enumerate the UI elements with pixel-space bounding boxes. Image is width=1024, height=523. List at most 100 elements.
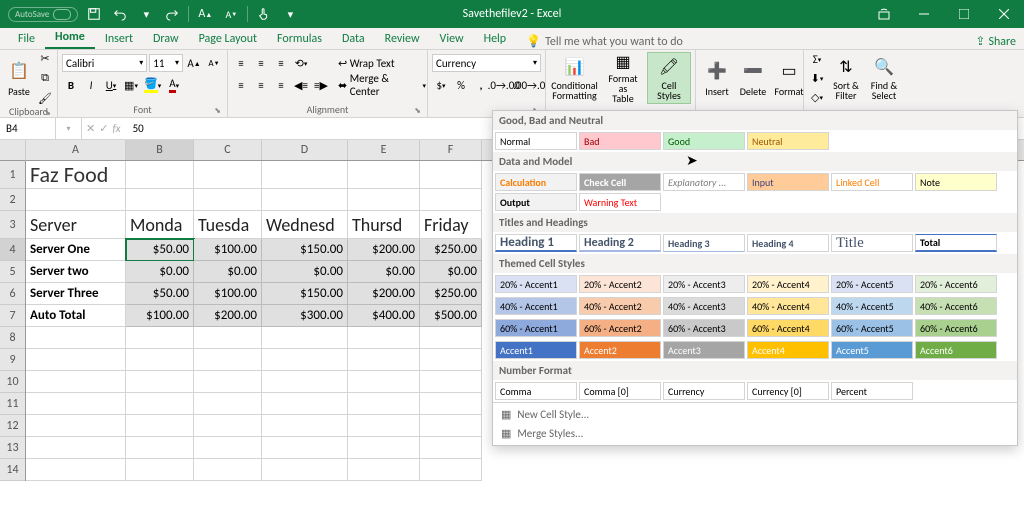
cell-E8[interactable] <box>348 327 420 349</box>
tab-file[interactable]: File <box>8 29 45 49</box>
cell-A5[interactable]: Server two <box>26 261 126 283</box>
cell-B8[interactable] <box>126 327 194 349</box>
cell-C14[interactable] <box>194 459 262 481</box>
style-accent5[interactable]: Accent5 <box>831 341 913 359</box>
cell-E6[interactable]: $200.00 <box>348 283 420 305</box>
cancel-formula-icon[interactable]: ✕ <box>86 122 95 135</box>
cell-B5[interactable]: $0.00 <box>126 261 194 283</box>
cell-C13[interactable] <box>194 437 262 459</box>
redo-icon[interactable] <box>162 4 182 24</box>
cell-D12[interactable] <box>262 415 348 437</box>
cell-B9[interactable] <box>126 349 194 371</box>
cell-F13[interactable] <box>420 437 482 459</box>
fx-icon[interactable]: fx <box>112 122 120 135</box>
decrease-decimal-icon[interactable]: .00→.0 <box>518 76 542 94</box>
style-linked-cell[interactable]: Linked Cell <box>831 173 913 191</box>
cell-A7[interactable]: Auto Total <box>26 305 126 327</box>
style-check-cell[interactable]: Check Cell <box>579 173 661 191</box>
cell-A9[interactable] <box>26 349 126 371</box>
style-20-accent5[interactable]: 20% - Accent5 <box>831 275 913 293</box>
style-calculation[interactable]: Calculation <box>495 173 577 191</box>
cell-F9[interactable] <box>420 349 482 371</box>
cell-E12[interactable] <box>348 415 420 437</box>
cell-B1[interactable] <box>126 161 194 189</box>
style-total[interactable]: Total <box>915 234 997 252</box>
autosave-toggle[interactable]: AutoSave <box>8 7 78 22</box>
style-comma0[interactable]: Comma [0] <box>579 382 661 400</box>
style-normal[interactable]: Normal <box>495 132 577 150</box>
style-accent6[interactable]: Accent6 <box>915 341 997 359</box>
cell-C4[interactable]: $100.00 <box>194 239 262 261</box>
style-40-accent1[interactable]: 40% - Accent1 <box>495 297 577 315</box>
style-currency0[interactable]: Currency [0] <box>747 382 829 400</box>
style-accent1[interactable]: Accent1 <box>495 341 577 359</box>
cell-C1[interactable] <box>194 161 262 189</box>
column-header-D[interactable]: D <box>262 140 348 160</box>
undo-icon[interactable] <box>110 4 130 24</box>
fill-button[interactable]: ⬇▾ <box>808 69 826 87</box>
style-neutral[interactable]: Neutral <box>747 132 829 150</box>
row-header-10[interactable]: 10 <box>0 371 25 393</box>
cut-icon[interactable]: ✂ <box>36 49 54 67</box>
cell-E10[interactable] <box>348 371 420 393</box>
cell-A2[interactable] <box>26 189 126 211</box>
style-heading2[interactable]: Heading 2 <box>579 234 661 252</box>
style-60-accent5[interactable]: 60% - Accent5 <box>831 319 913 337</box>
font-decrease-icon[interactable]: A▼ <box>221 4 241 24</box>
row-header-11[interactable]: 11 <box>0 393 25 415</box>
cell-A10[interactable] <box>26 371 126 393</box>
close-icon[interactable] <box>984 0 1024 28</box>
font-name-combo[interactable]: Calibri▾ <box>62 54 147 72</box>
style-accent4[interactable]: Accent4 <box>747 341 829 359</box>
style-60-accent4[interactable]: 60% - Accent4 <box>747 319 829 337</box>
cell-D5[interactable]: $0.00 <box>262 261 348 283</box>
cell-B4[interactable]: $50.00 <box>126 239 194 261</box>
column-header-B[interactable]: B <box>126 140 194 160</box>
cell-A8[interactable] <box>26 327 126 349</box>
cell-B13[interactable] <box>126 437 194 459</box>
style-bad[interactable]: Bad <box>579 132 661 150</box>
cell-B3[interactable]: Monda <box>126 211 194 239</box>
increase-decimal-icon[interactable]: .0→.00 <box>492 76 516 94</box>
style-heading4[interactable]: Heading 4 <box>747 234 829 252</box>
tab-view[interactable]: View <box>430 29 474 49</box>
cell-A3[interactable]: Server <box>26 211 126 239</box>
style-60-accent3[interactable]: 60% - Accent3 <box>663 319 745 337</box>
cell-A1[interactable]: Faz Food <box>26 161 126 189</box>
style-title[interactable]: Title <box>831 234 913 252</box>
borders-button[interactable]: ▦▾ <box>122 76 140 94</box>
cell-C8[interactable] <box>194 327 262 349</box>
style-20-accent6[interactable]: 20% - Accent6 <box>915 275 997 293</box>
style-currency[interactable]: Currency <box>663 382 745 400</box>
row-header-6[interactable]: 6 <box>0 283 25 305</box>
tab-page-layout[interactable]: Page Layout <box>189 29 267 49</box>
tab-home[interactable]: Home <box>45 27 95 49</box>
style-20-accent3[interactable]: 20% - Accent3 <box>663 275 745 293</box>
style-accent3[interactable]: Accent3 <box>663 341 745 359</box>
cell-C10[interactable] <box>194 371 262 393</box>
row-header-9[interactable]: 9 <box>0 349 25 371</box>
style-note[interactable]: Note <box>915 173 997 191</box>
row-header-2[interactable]: 2 <box>0 189 25 211</box>
style-60-accent1[interactable]: 60% - Accent1 <box>495 319 577 337</box>
autosum-button[interactable]: Σ▾ <box>808 50 826 68</box>
cell-C12[interactable] <box>194 415 262 437</box>
maximize-icon[interactable] <box>944 0 984 28</box>
style-explanatory[interactable]: Explanatory ... <box>663 173 745 191</box>
style-20-accent4[interactable]: 20% - Accent4 <box>747 275 829 293</box>
tab-insert[interactable]: Insert <box>95 29 143 49</box>
delete-cells-button[interactable]: ➖Delete <box>736 52 770 104</box>
cell-E5[interactable]: $0.00 <box>348 261 420 283</box>
cell-B2[interactable] <box>126 189 194 211</box>
format-as-table-button[interactable]: ▦Format as Table <box>601 52 645 104</box>
align-middle-icon[interactable]: ≡ <box>252 54 270 72</box>
accounting-format-icon[interactable]: $▾ <box>432 76 450 94</box>
undo-dropdown-icon[interactable]: ▾ <box>136 4 156 24</box>
cell-E1[interactable] <box>348 161 420 189</box>
cell-B7[interactable]: $100.00 <box>126 305 194 327</box>
increase-indent-icon[interactable]: ≡▶ <box>312 76 330 94</box>
cell-F14[interactable] <box>420 459 482 481</box>
align-left-icon[interactable]: ≡ <box>232 76 250 94</box>
name-box[interactable]: B4 <box>0 118 56 139</box>
style-output[interactable]: Output <box>495 193 577 211</box>
